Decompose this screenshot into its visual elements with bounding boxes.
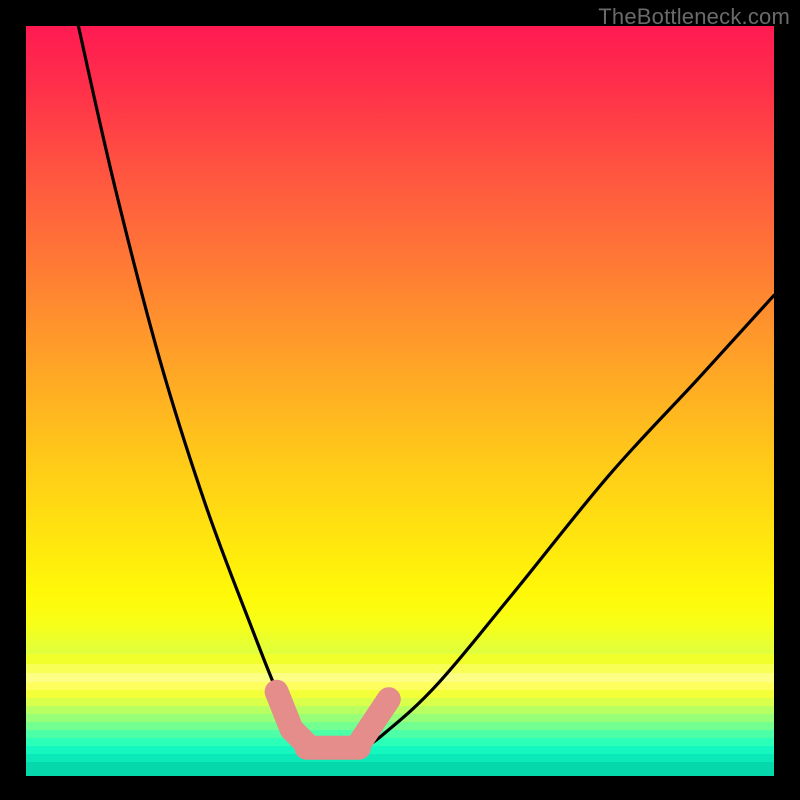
pink-highlight-left	[277, 692, 307, 744]
pink-highlight-right	[359, 699, 389, 744]
plot-area	[26, 26, 774, 774]
curve-layer	[26, 26, 774, 774]
bottleneck-curve	[78, 26, 774, 753]
chart-frame: TheBottleneck.com	[0, 0, 800, 800]
